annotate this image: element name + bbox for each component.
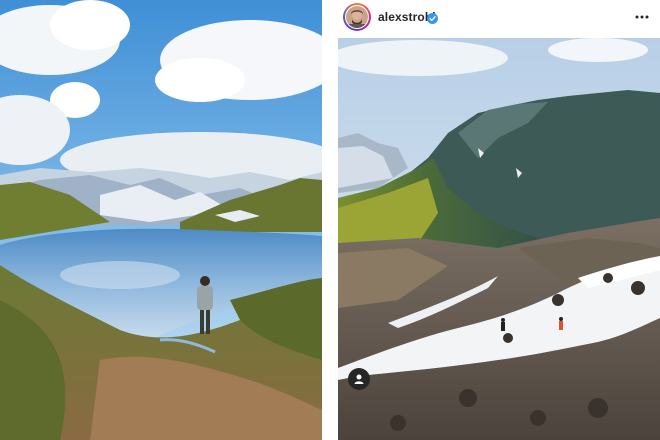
more-options-icon[interactable]	[634, 9, 650, 25]
lake-landscape-image	[0, 0, 322, 440]
post-image[interactable]	[338, 38, 660, 440]
instagram-post: alexstrohl	[338, 0, 660, 440]
left-photo-lake-hiker	[0, 0, 322, 440]
avatar[interactable]	[343, 3, 371, 31]
avatar-image	[346, 6, 368, 28]
avatar-ring	[345, 5, 369, 29]
verified-badge-icon	[427, 11, 438, 24]
post-header: alexstrohl	[338, 0, 660, 36]
photo-gap	[322, 0, 338, 440]
mountain-hikers-image	[338, 38, 660, 440]
user-tag-icon[interactable]	[348, 368, 370, 390]
